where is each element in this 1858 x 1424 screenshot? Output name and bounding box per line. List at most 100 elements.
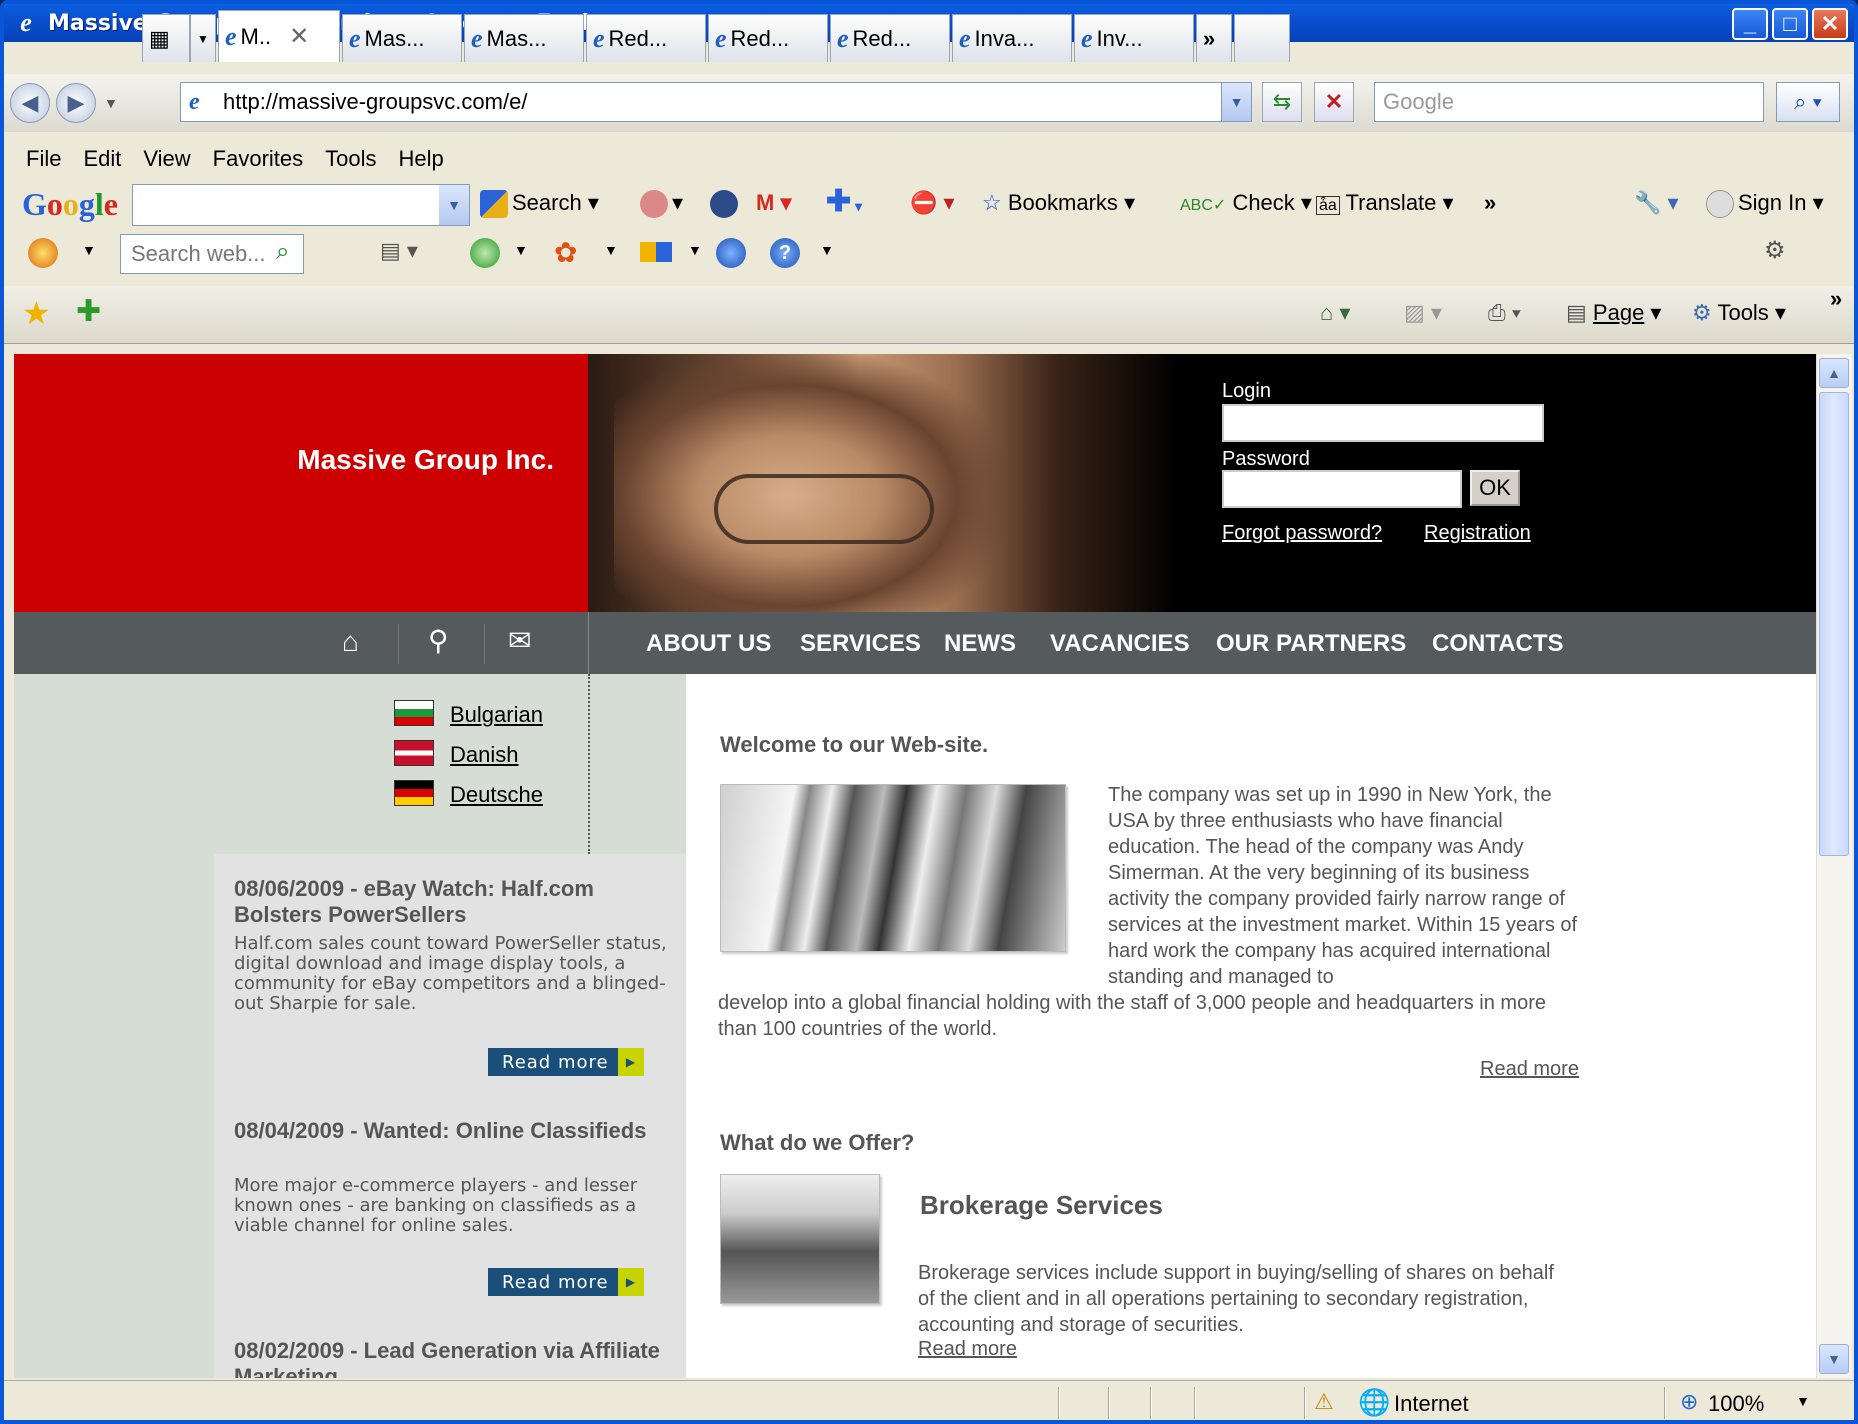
url-dropdown-icon[interactable]: ▼ <box>1221 83 1251 121</box>
chevron-down-icon[interactable]: ▼ <box>604 242 618 258</box>
scroll-down-icon[interactable]: ▼ <box>1819 1344 1849 1374</box>
menu-tools[interactable]: Tools <box>325 146 376 172</box>
back-button[interactable]: ◀ <box>10 83 50 123</box>
nav-news[interactable]: NEWS <box>944 630 1016 658</box>
tab-8[interactable]: e Inv... <box>1074 14 1194 62</box>
chevron-down-icon[interactable]: ▼ <box>439 185 469 225</box>
close-button[interactable]: ✕ <box>1812 8 1848 40</box>
home-icon[interactable]: ⌂ <box>342 626 359 658</box>
help-icon[interactable]: ? <box>770 238 800 268</box>
vertical-scrollbar[interactable]: ▲ ▼ <box>1816 354 1852 1378</box>
home-icon[interactable]: ⌂ ▾ <box>1320 300 1350 326</box>
popup-blocker-icon[interactable]: ⛔ ▾ <box>910 190 955 216</box>
tab-4[interactable]: e Red... <box>586 14 706 62</box>
check-button[interactable]: ABC✓ Check ▾ <box>1180 190 1312 216</box>
add-favorites-icon[interactable]: ✚ <box>76 294 101 329</box>
google-search-button[interactable]: Search ▾ <box>480 190 599 219</box>
search-icon[interactable]: ⌕ <box>276 238 289 266</box>
info-icon[interactable] <box>716 238 746 268</box>
forward-button[interactable]: ▶ <box>56 83 96 123</box>
messenger-icon[interactable]: ✿ <box>554 236 577 269</box>
ok-button[interactable]: OK <box>1470 470 1520 506</box>
wrench-icon[interactable]: 🔧 ▾ <box>1634 190 1679 216</box>
lang-bulgarian[interactable]: Bulgarian <box>450 702 543 728</box>
quick-tabs-button[interactable]: ▦ <box>142 14 190 62</box>
search-icon[interactable]: ⌕ ▾ <box>1776 82 1840 122</box>
zoom-level[interactable]: 100% <box>1708 1391 1764 1417</box>
protected-mode-icon[interactable]: ⚠ <box>1314 1389 1334 1415</box>
lang-danish[interactable]: Danish <box>450 742 518 768</box>
welcome-read-more-link[interactable]: Read more <box>1480 1058 1579 1081</box>
read-more-button[interactable]: Read more ▶ <box>488 1048 644 1076</box>
calendar-icon[interactable]: ▤ ▾ <box>380 238 418 264</box>
mail-icon[interactable]: ✉ <box>508 624 531 657</box>
globe-icon[interactable] <box>710 190 742 219</box>
read-more-button[interactable]: Read more ▶ <box>488 1268 644 1296</box>
news-icon[interactable]: ▾ <box>640 190 683 219</box>
url-field[interactable]: e http://massive-groupsvc.com/e/ ▼ <box>180 82 1252 122</box>
brokerage-read-more-link[interactable]: Read more <box>918 1338 1017 1361</box>
tab-list-button[interactable]: ▼ <box>190 14 216 62</box>
nav-about-us[interactable]: ABOUT US <box>646 630 771 658</box>
search-input[interactable]: Google <box>1374 82 1764 122</box>
new-tab-button[interactable] <box>1234 14 1290 62</box>
forgot-password-link[interactable]: Forgot password? <box>1222 522 1382 545</box>
tab-1[interactable]: e M.. ✕ <box>218 10 340 62</box>
google-search-input[interactable]: ▼ <box>132 184 470 226</box>
nav-our-partners[interactable]: OUR PARTNERS <box>1216 630 1406 658</box>
gmail-icon[interactable]: M ▾ <box>756 190 791 216</box>
toolbar-more-icon[interactable]: » <box>1484 190 1496 216</box>
print-icon[interactable]: ⎙ ▾ <box>1488 300 1521 326</box>
plus-icon[interactable]: ✚ ▾ <box>826 184 862 219</box>
feeds-icon[interactable]: ▨ ▾ <box>1404 300 1442 326</box>
minimize-button[interactable]: _ <box>1732 8 1768 40</box>
translate-button[interactable]: a͒a Translate ▾ <box>1316 190 1454 216</box>
login-input[interactable] <box>1222 404 1544 442</box>
nav-services[interactable]: SERVICES <box>800 630 921 658</box>
tab-7[interactable]: e Inva... <box>952 14 1072 62</box>
command-more-icon[interactable]: » <box>1830 286 1842 312</box>
windows-logo-icon[interactable] <box>28 238 58 268</box>
nav-contacts[interactable]: CONTACTS <box>1432 630 1564 658</box>
menu-edit[interactable]: Edit <box>83 146 121 172</box>
zoom-dropdown-icon[interactable]: ▼ <box>1796 1393 1810 1409</box>
tab-5[interactable]: e Red... <box>708 14 828 62</box>
registration-link[interactable]: Registration <box>1424 522 1531 545</box>
sign-in-button[interactable]: Sign In ▾ <box>1706 190 1824 219</box>
chevron-down-icon[interactable]: ▼ <box>820 242 834 258</box>
options-icon[interactable]: ⚙ <box>1764 236 1786 265</box>
brokerage-title[interactable]: Brokerage Services <box>920 1190 1163 1221</box>
tab-2[interactable]: e Mas... <box>342 14 462 62</box>
stop-button[interactable]: ✕ <box>1314 82 1354 122</box>
menu-favorites[interactable]: Favorites <box>213 146 303 172</box>
menu-file[interactable]: File <box>26 146 61 172</box>
lang-deutsche[interactable]: Deutsche <box>450 782 543 808</box>
news-title[interactable]: 08/04/2009 - Wanted: Online Classifieds <box>234 1118 674 1144</box>
close-tab-icon[interactable]: ✕ <box>289 22 309 51</box>
chevron-down-icon[interactable]: ▼ <box>688 242 702 258</box>
tiles-icon[interactable] <box>640 242 672 262</box>
menu-help[interactable]: Help <box>399 146 444 172</box>
search-icon[interactable]: ⚲ <box>428 624 449 657</box>
tab-6[interactable]: e Red... <box>830 14 950 62</box>
page-menu-button[interactable]: ▤ Page ▾ <box>1566 300 1661 326</box>
bookmarks-button[interactable]: ☆ Bookmarks ▾ <box>982 190 1135 216</box>
more-tabs-button[interactable]: » <box>1196 14 1232 62</box>
nav-vacancies[interactable]: VACANCIES <box>1050 630 1190 658</box>
scroll-thumb[interactable] <box>1819 392 1849 856</box>
tools-menu-button[interactable]: ⚙ Tools ▾ <box>1692 300 1786 326</box>
maximize-button[interactable]: □ <box>1772 8 1808 40</box>
zoom-icon[interactable]: ⊕ <box>1680 1389 1698 1415</box>
chevron-down-icon[interactable]: ▼ <box>82 242 96 258</box>
news-title[interactable]: 08/02/2009 - Lead Generation via Affilia… <box>234 1338 674 1378</box>
favorites-star-icon[interactable]: ★ <box>22 294 51 332</box>
scroll-up-icon[interactable]: ▲ <box>1819 358 1849 388</box>
refresh-button[interactable]: ⇆ <box>1262 82 1302 122</box>
menu-view[interactable]: View <box>143 146 190 172</box>
tab-3[interactable]: e Mas... <box>464 14 584 62</box>
history-dropdown-icon[interactable]: ▼ <box>104 95 118 111</box>
password-input[interactable] <box>1222 470 1462 508</box>
add-icon[interactable] <box>470 238 500 268</box>
news-title[interactable]: 08/06/2009 - eBay Watch: Half.com Bolste… <box>234 876 674 928</box>
chevron-down-icon[interactable]: ▼ <box>514 242 528 258</box>
